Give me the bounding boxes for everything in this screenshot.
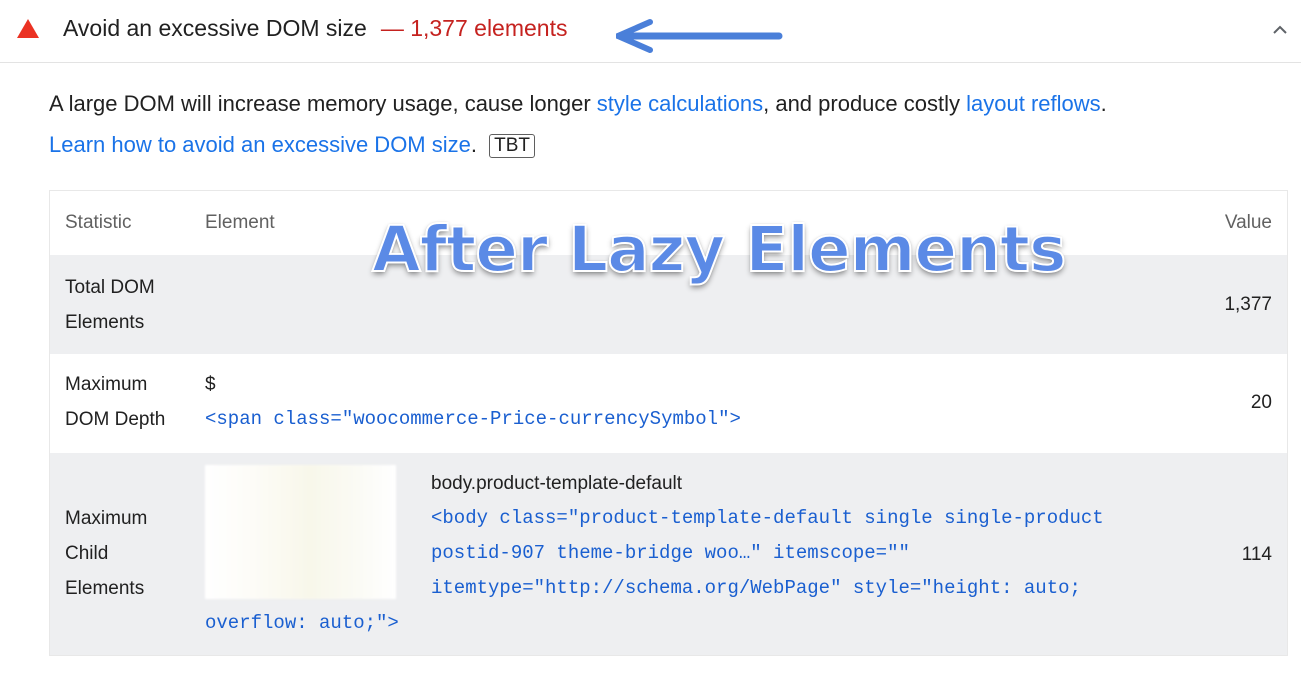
statistic-label: Elements bbox=[65, 312, 145, 333]
statistic-cell: Maximum DOM Depth bbox=[65, 367, 165, 437]
lighthouse-audit-page: Avoid an excessive DOM size — 1,377 eleme… bbox=[0, 0, 1301, 679]
element-snippet[interactable]: <span class="woocommerce-Price-currencyS… bbox=[205, 402, 741, 437]
audit-description: A large DOM will increase memory usage, … bbox=[49, 83, 1279, 165]
layout-reflows-link[interactable]: layout reflows bbox=[966, 91, 1101, 116]
statistic-label: Total DOM bbox=[65, 277, 155, 298]
description-text: A large DOM will increase memory usage, … bbox=[49, 91, 597, 116]
element-snippet[interactable]: overflow: auto;"> bbox=[205, 606, 399, 641]
style-calculations-link[interactable]: style calculations bbox=[597, 91, 763, 116]
audit-display-value: — 1,377 elements bbox=[380, 15, 568, 41]
learn-more-link[interactable]: Learn how to avoid an excessive DOM size bbox=[49, 132, 471, 157]
description-text: , and produce costly bbox=[763, 91, 967, 116]
element-label: $ bbox=[205, 374, 216, 395]
element-snippet[interactable]: <body class="product-template-default si… bbox=[431, 501, 1104, 536]
audit-title-text: Avoid an excessive DOM size bbox=[63, 15, 367, 41]
statistic-cell: Maximum Child Elements bbox=[65, 501, 147, 606]
metric-tag-badge: TBT bbox=[489, 134, 536, 158]
fail-triangle-icon bbox=[17, 19, 39, 38]
element-snippet[interactable]: itemtype="http://schema.org/WebPage" sty… bbox=[431, 571, 1104, 606]
chevron-up-icon[interactable] bbox=[1270, 20, 1290, 40]
value-cell: 114 bbox=[1241, 544, 1272, 565]
overlay-heading: After Lazy Elements bbox=[371, 212, 1068, 287]
statistic-label: Maximum bbox=[65, 374, 148, 395]
description-text: . bbox=[470, 132, 477, 157]
element-snippet[interactable]: postid-907 theme-bridge woo…" itemscope=… bbox=[431, 536, 1104, 571]
element-label: body.product-template-default bbox=[431, 473, 683, 494]
element-thumbnail bbox=[205, 465, 396, 599]
audit-title: Avoid an excessive DOM size — 1,377 eleme… bbox=[63, 14, 567, 42]
value-cell: 20 bbox=[1250, 392, 1272, 413]
left-arrow-icon bbox=[616, 19, 783, 53]
element-cell[interactable]: body.product-template-default <body clas… bbox=[431, 466, 1104, 606]
element-cell[interactable]: $ <span class="woocommerce-Price-currenc… bbox=[205, 367, 741, 437]
column-header-element: Element bbox=[205, 212, 275, 233]
description-text: . bbox=[1100, 91, 1107, 116]
statistic-label: Child bbox=[65, 543, 109, 564]
table-row: Maximum Child Elements body.product-temp… bbox=[50, 453, 1287, 655]
value-cell: 1,377 bbox=[1224, 294, 1272, 315]
statistic-label: Elements bbox=[65, 578, 145, 599]
audit-header[interactable]: Avoid an excessive DOM size — 1,377 eleme… bbox=[0, 0, 1301, 63]
statistic-cell: Total DOM Elements bbox=[65, 270, 155, 340]
statistic-label: DOM Depth bbox=[65, 409, 166, 430]
statistic-label: Maximum bbox=[65, 508, 148, 529]
table-row: Maximum DOM Depth $ <span class="woocomm… bbox=[50, 354, 1287, 453]
column-header-value: Value bbox=[1224, 212, 1272, 233]
column-header-statistic: Statistic bbox=[65, 212, 132, 233]
